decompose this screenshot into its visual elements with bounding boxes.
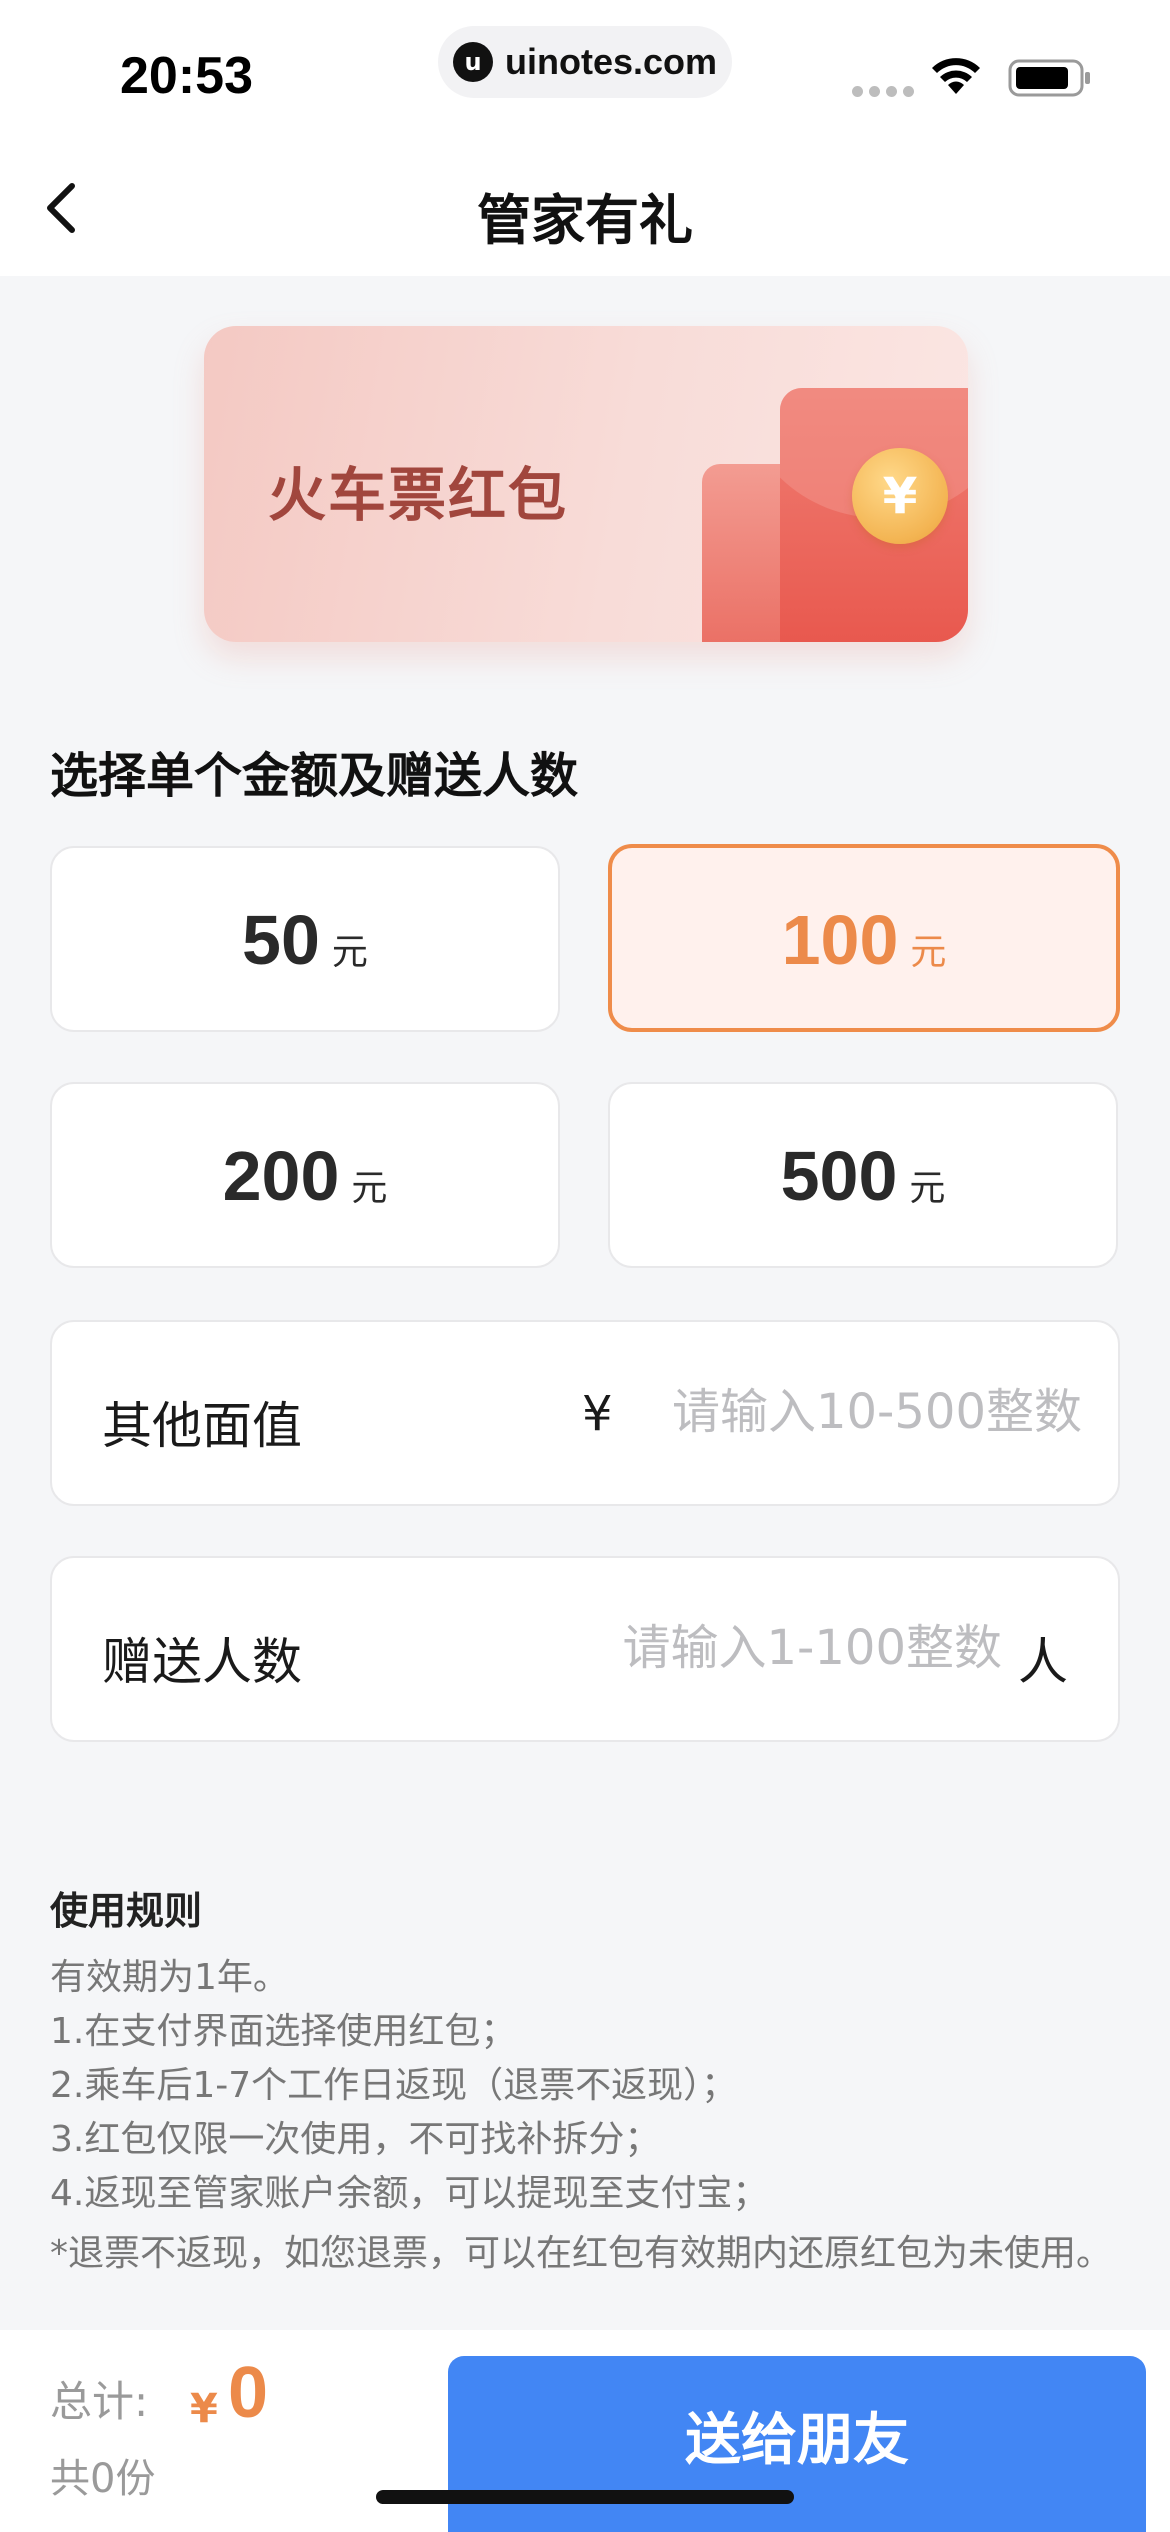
amount-option-200[interactable]: 200 元 [50,1082,560,1268]
home-indicator [376,2490,794,2504]
rule-line: 3.红包仅限一次使用，不可找补拆分； [50,2119,661,2160]
rule-line: 有效期为1年。 [50,1957,289,1998]
red-envelope-icon: ¥ [780,388,968,642]
amount-unit: 元 [910,932,947,973]
amount-value: 500 [780,1137,898,1215]
amount-value: 100 [781,901,899,979]
count-label: 共0份 [50,2456,156,2502]
custom-amount-label: 其他面值 [102,1397,302,1455]
custom-amount-input[interactable] [642,1376,1082,1448]
amount-option-100[interactable]: 100 元 [608,844,1120,1032]
amount-option-50[interactable]: 50 元 [50,846,560,1032]
battery-icon [1008,59,1090,97]
custom-amount-row: 其他面值 ¥ [50,1320,1120,1506]
amount-value: 200 [222,1137,340,1215]
rule-line: 2.乘车后1-7个工作日返现（退票不返现）； [50,2065,738,2106]
url-text: uinotes.com [504,41,718,82]
recipients-input[interactable] [572,1612,1002,1684]
nav-bar: 管家有礼 [0,140,1170,276]
page-title: 管家有礼 [477,189,693,252]
rule-line: 1.在支付界面选择使用红包； [50,2011,517,2052]
amount-unit: 元 [909,1168,946,1209]
site-logo-icon: u [452,42,493,82]
amount-option-500[interactable]: 500 元 [608,1082,1118,1268]
amount-unit: 元 [351,1168,388,1209]
total-currency: ¥ [190,2386,218,2432]
red-packet-banner: 火车票红包 ¥ [204,326,968,642]
signal-icon [852,86,914,97]
yen-prefix: ¥ [582,1386,613,1442]
rule-line: 4.返现至管家账户余额，可以提现至支付宝； [50,2173,769,2214]
url-pill[interactable]: u uinotes.com [438,26,732,98]
wifi-icon [932,58,980,94]
total-amount: 0 [228,2353,269,2433]
amount-value: 50 [242,901,320,979]
recipients-row: 赠送人数 人 [50,1556,1120,1742]
recipients-label: 赠送人数 [102,1633,302,1691]
usage-rules: 使用规则 有效期为1年。 1.在支付界面选择使用红包； 2.乘车后1-7个工作日… [50,1880,1120,2281]
recipients-unit: 人 [1018,1633,1068,1691]
rules-title: 使用规则 [50,1889,203,1933]
status-time: 20:53 [120,47,253,105]
banner-title: 火车票红包 [268,461,569,529]
rule-note: *退票不返现，如您退票，可以在红包有效期内还原红包为未使用。 [50,2233,1113,2274]
status-bar: 20:53 u uinotes.com [0,0,1170,140]
amount-unit: 元 [331,932,368,973]
total-label: 总计: [50,2377,149,2426]
yen-coin-icon: ¥ [852,448,948,544]
amount-section-label: 选择单个金额及赠送人数 [50,748,579,804]
send-to-friend-button[interactable]: 送给朋友 [448,2356,1146,2532]
